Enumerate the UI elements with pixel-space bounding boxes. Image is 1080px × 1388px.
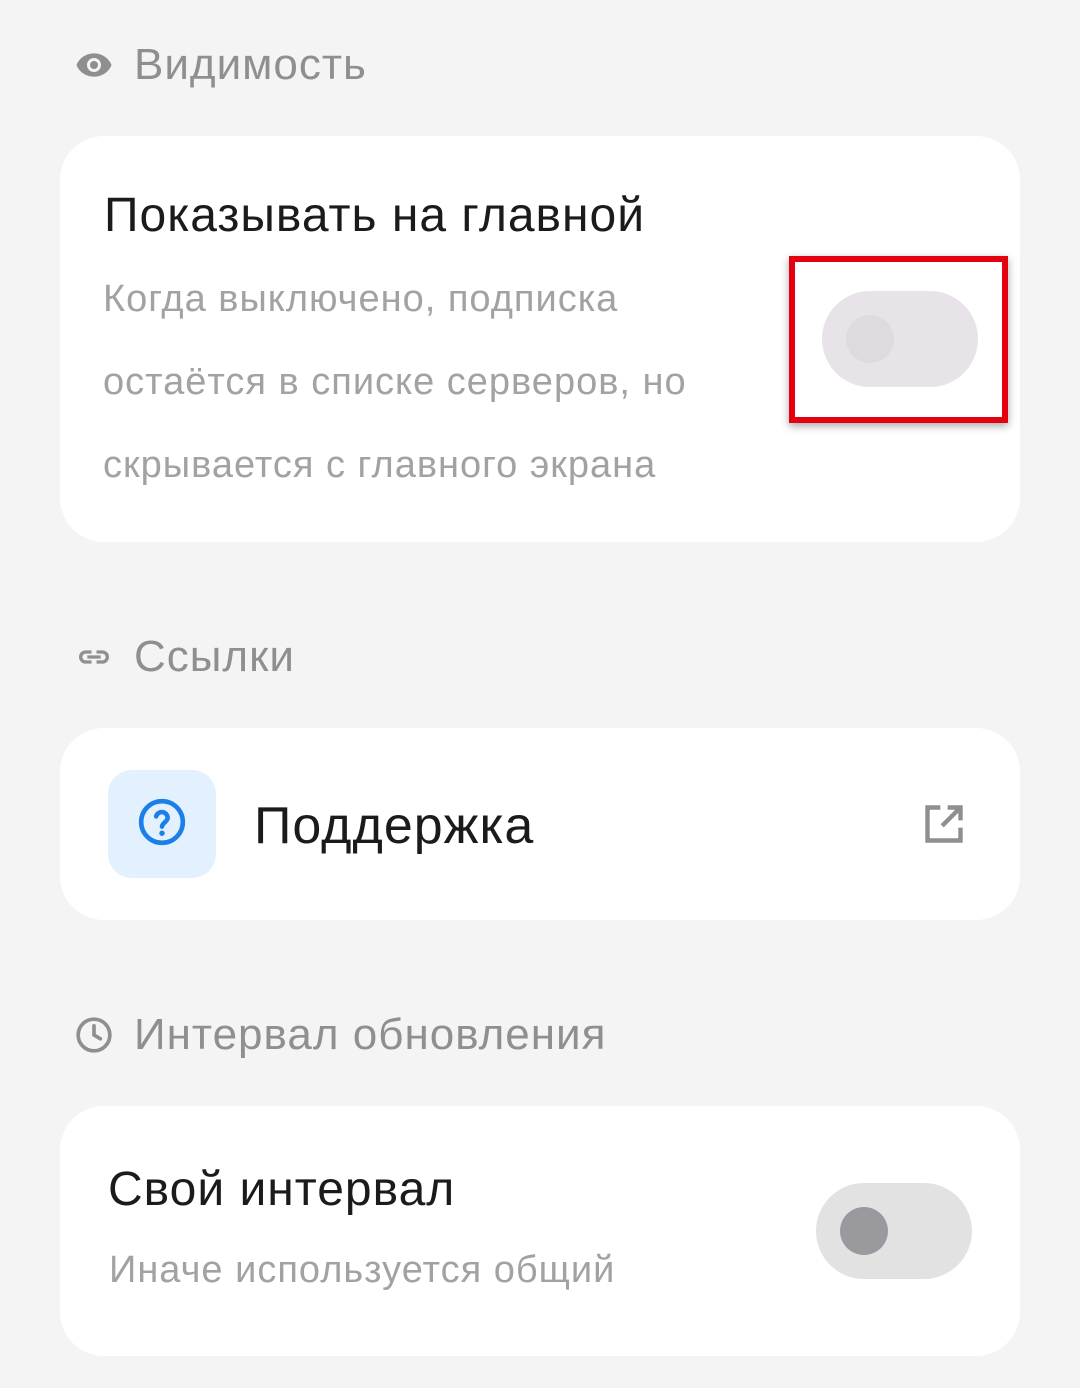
interval-card: Свой интервал Иначе используется общий xyxy=(60,1106,1020,1356)
highlight-box xyxy=(789,256,1008,423)
open-external-icon xyxy=(922,802,966,851)
section-header-label: Ссылки xyxy=(134,632,295,681)
clock-icon xyxy=(74,1015,114,1055)
support-card[interactable]: Поддержка xyxy=(60,728,1020,920)
link-icon xyxy=(74,637,114,677)
description-line: остаётся в списке серверов, но xyxy=(103,361,687,403)
section-header-label: Видимость xyxy=(134,40,367,89)
support-icon-container xyxy=(108,770,216,878)
eye-icon xyxy=(74,45,114,85)
description-line: скрывается с главного экрана xyxy=(103,444,657,486)
section-header-label: Интервал обновления xyxy=(134,1010,607,1059)
custom-interval-description: Иначе используется общий xyxy=(109,1249,616,1291)
section-header-links: Ссылки xyxy=(74,632,295,682)
show-on-home-title: Показывать на главной xyxy=(104,189,646,242)
section-header-interval: Интервал обновления xyxy=(74,1010,606,1060)
show-on-home-description: Когда выключено, подписка остаётся в спи… xyxy=(103,258,687,507)
custom-interval-title: Свой интервал xyxy=(108,1163,456,1216)
description-line: Когда выключено, подписка xyxy=(103,278,619,320)
help-circle-icon xyxy=(137,797,187,852)
toggle-thumb xyxy=(840,1207,888,1255)
custom-interval-toggle[interactable] xyxy=(816,1183,972,1279)
support-title: Поддержка xyxy=(254,797,535,855)
section-header-visibility: Видимость xyxy=(74,40,367,90)
